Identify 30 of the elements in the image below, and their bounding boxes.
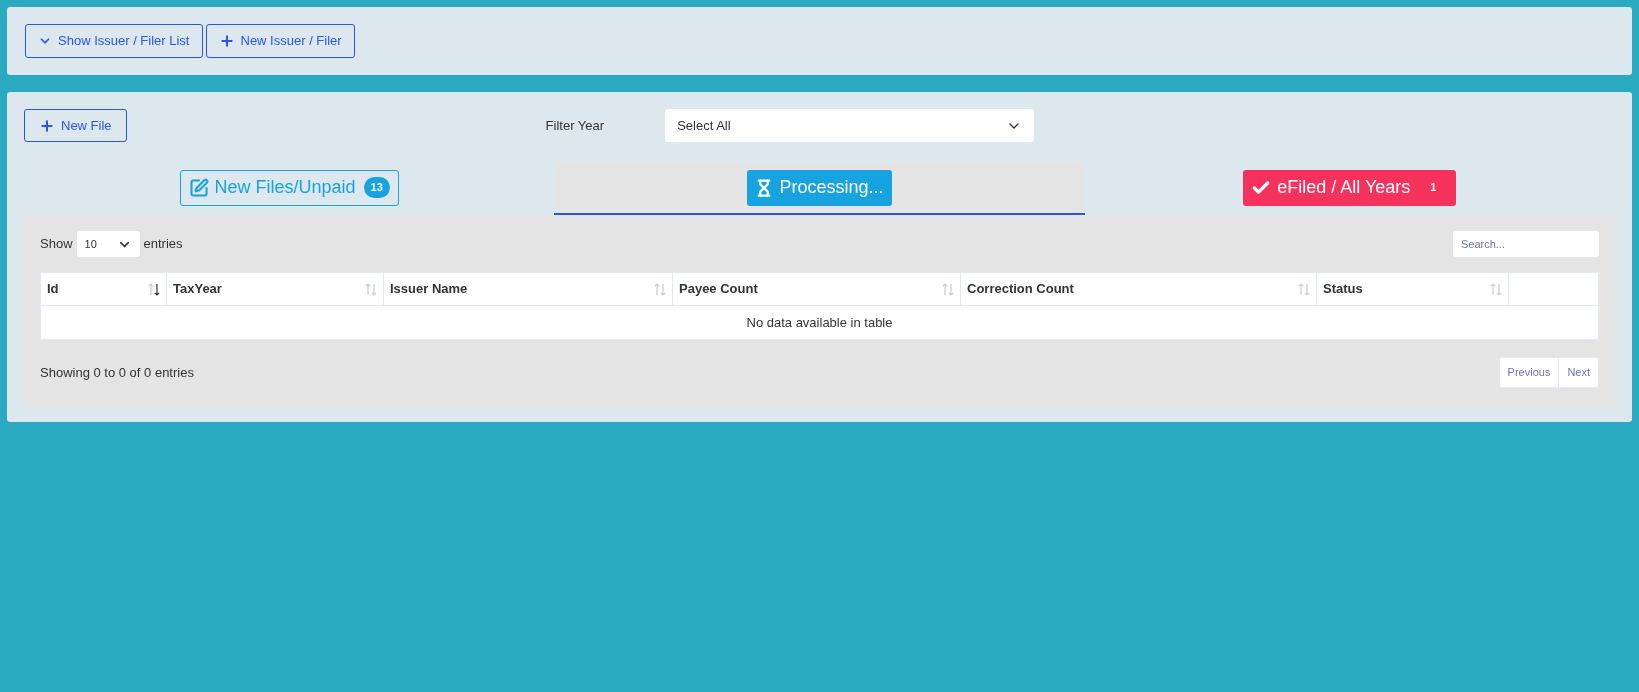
pager-button[interactable]: Next (1558, 358, 1598, 387)
column-header[interactable]: Status (1317, 273, 1509, 305)
tab[interactable]: New Files/Unpaid 13 (24, 162, 555, 215)
tab-button[interactable]: Processing... (747, 169, 892, 206)
empty-message: No data available in table (745, 313, 894, 332)
column-header[interactable]: Payee Count (673, 273, 961, 305)
tab-button[interactable]: eFiled / All Years 1 (1243, 169, 1457, 206)
page-size-select[interactable]: 10 (76, 231, 140, 257)
count-badge: 13 (363, 177, 390, 198)
toolbar-button[interactable]: New Issuer / Filer (205, 24, 355, 58)
tab[interactable]: eFiled / All Years 1 (1084, 162, 1615, 215)
count-label: 1 (1429, 180, 1438, 196)
toolbar-button[interactable]: Show Issuer / Filer List (25, 24, 203, 58)
pager-button[interactable]: Previous (1499, 358, 1559, 387)
column-header[interactable]: Correction Count (961, 273, 1317, 305)
search-field[interactable]: Search... (1453, 231, 1599, 257)
plus-icon (218, 33, 235, 49)
year-select[interactable]: Select All (665, 109, 1035, 142)
show-label: Show (40, 235, 73, 254)
new-file-button[interactable]: New File (24, 109, 127, 142)
edit-icon (188, 177, 209, 198)
table-info: Showing 0 to 0 of 0 entries (40, 363, 194, 382)
entries-label: entries (143, 235, 183, 254)
column-header[interactable]: Issuer Name (384, 273, 673, 305)
tab-button[interactable]: New Files/Unpaid 13 (179, 169, 399, 206)
filter-label: Filter Year (545, 116, 605, 135)
tab[interactable]: Processing... (554, 162, 1085, 215)
column-header[interactable]: TaxYear (167, 273, 384, 305)
column-header[interactable]: Id (41, 273, 167, 305)
plus-icon (39, 117, 55, 134)
